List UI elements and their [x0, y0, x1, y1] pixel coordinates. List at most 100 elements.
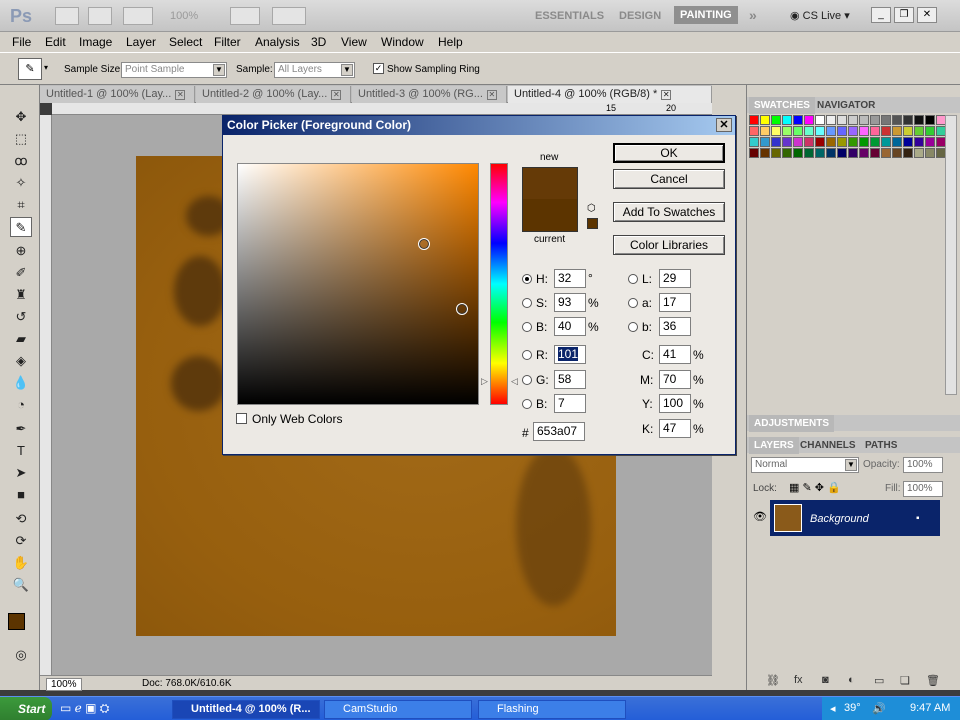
clone-stamp-tool-icon[interactable]: ♜ — [10, 285, 32, 305]
menu-select[interactable]: Select — [169, 35, 202, 49]
m-input[interactable]: 70 — [659, 370, 691, 389]
dialog-title-bar[interactable]: Color Picker (Foreground Color) ✕ — [223, 116, 735, 135]
color-swatch[interactable] — [804, 115, 814, 125]
current-color-swatch[interactable] — [522, 199, 578, 232]
color-swatch[interactable] — [925, 115, 935, 125]
color-swatch[interactable] — [837, 126, 847, 136]
color-swatch[interactable] — [837, 115, 847, 125]
color-swatch[interactable] — [760, 126, 770, 136]
color-swatch[interactable] — [925, 148, 935, 158]
minimize-icon[interactable]: _ — [871, 7, 891, 23]
color-swatch[interactable] — [914, 137, 924, 147]
color-sampler-ring[interactable] — [418, 238, 430, 250]
color-swatch[interactable] — [826, 148, 836, 158]
doc-tab-4[interactable]: Untitled-4 @ 100% (RGB/8) * ✕ — [508, 86, 712, 103]
blue-input[interactable]: 7 — [554, 394, 586, 413]
workspace-essentials[interactable]: ESSENTIALS — [535, 10, 604, 22]
color-swatch[interactable] — [771, 137, 781, 147]
3d-orbit-tool-icon[interactable]: ⟳ — [10, 531, 32, 551]
doc-tab-2[interactable]: Untitled-2 @ 100% (Lay... ✕ — [196, 86, 351, 103]
color-field[interactable] — [237, 163, 479, 405]
color-swatch[interactable] — [881, 137, 891, 147]
visibility-eye-icon[interactable]: 👁 — [753, 510, 767, 523]
menu-window[interactable]: Window — [381, 35, 424, 49]
color-swatch[interactable] — [826, 115, 836, 125]
color-swatch[interactable] — [749, 148, 759, 158]
hue-slider[interactable] — [490, 163, 508, 405]
eyedropper-tool-icon[interactable]: ✎ — [10, 217, 32, 237]
doc-tab-1[interactable]: Untitled-1 @ 100% (Lay... ✕ — [40, 86, 195, 103]
weather-temp[interactable]: 39° — [844, 702, 861, 714]
tray-icons[interactable]: ◂ — [830, 702, 836, 715]
color-swatch[interactable] — [771, 126, 781, 136]
color-swatch[interactable] — [815, 115, 825, 125]
color-swatch[interactable] — [859, 137, 869, 147]
g-input[interactable]: 58 — [554, 370, 586, 389]
color-swatch[interactable] — [925, 126, 935, 136]
color-swatch[interactable] — [848, 115, 858, 125]
layer-style-icon[interactable]: fx — [794, 674, 803, 686]
gamut-color-swatch[interactable] — [587, 218, 598, 229]
tab-layers[interactable]: LAYERS — [749, 437, 799, 454]
color-swatch[interactable] — [870, 126, 880, 136]
color-swatch[interactable] — [848, 126, 858, 136]
y-input[interactable]: 100 — [659, 394, 691, 413]
color-swatch[interactable] — [804, 148, 814, 158]
color-swatch[interactable] — [793, 126, 803, 136]
foreground-color-swatch[interactable] — [8, 613, 25, 630]
color-swatch[interactable] — [859, 115, 869, 125]
3d-rotate-tool-icon[interactable]: ⟲ — [10, 509, 32, 529]
color-swatch[interactable] — [782, 115, 792, 125]
g-radio[interactable] — [522, 375, 532, 385]
brush-tool-icon[interactable]: ✐ — [10, 263, 32, 283]
quick-select-tool-icon[interactable]: ✧ — [10, 173, 32, 193]
eyedropper-preset-icon[interactable]: ✎ — [18, 58, 42, 80]
color-swatch[interactable] — [859, 126, 869, 136]
color-swatch[interactable] — [848, 148, 858, 158]
quick-mask-icon[interactable]: ◎ — [10, 645, 32, 665]
color-swatch[interactable] — [859, 148, 869, 158]
color-swatch[interactable] — [749, 126, 759, 136]
more-workspaces-icon[interactable]: » — [749, 7, 757, 23]
color-swatch[interactable] — [771, 148, 781, 158]
zoom-tool-icon[interactable]: 🔍 — [10, 575, 32, 595]
menu-filter[interactable]: Filter — [214, 35, 241, 49]
color-swatch[interactable] — [903, 115, 913, 125]
cancel-button[interactable]: Cancel — [613, 169, 725, 189]
color-swatch[interactable] — [793, 115, 803, 125]
color-swatch[interactable] — [903, 148, 913, 158]
eraser-tool-icon[interactable]: ▰ — [10, 329, 32, 349]
color-swatch[interactable] — [760, 137, 770, 147]
c-input[interactable]: 41 — [659, 345, 691, 364]
dialog-close-icon[interactable]: ✕ — [716, 118, 732, 132]
path-selection-tool-icon[interactable]: ➤ — [10, 463, 32, 483]
color-swatch[interactable] — [870, 137, 880, 147]
close-tab-icon[interactable]: ✕ — [175, 90, 186, 100]
color-swatch[interactable] — [793, 148, 803, 158]
tab-channels[interactable]: CHANNELS — [795, 437, 861, 454]
color-swatch[interactable] — [826, 137, 836, 147]
type-tool-icon[interactable]: T — [10, 441, 32, 461]
color-swatch[interactable] — [837, 148, 847, 158]
screen-mode-button[interactable] — [272, 7, 306, 25]
quick-launch-icons[interactable]: ▭ ℯ ▣ ⛭ — [60, 701, 109, 716]
trash-icon[interactable]: 🗑 — [926, 674, 940, 687]
only-web-colors-checkbox[interactable] — [236, 413, 247, 424]
new-layer-icon[interactable]: ❏ — [900, 674, 910, 687]
blur-tool-icon[interactable]: 💧 — [10, 373, 32, 393]
color-swatch[interactable] — [771, 115, 781, 125]
minibridge-button[interactable] — [88, 7, 112, 25]
color-swatch[interactable] — [903, 137, 913, 147]
close-tab-icon[interactable]: ✕ — [486, 90, 497, 100]
paint-bucket-tool-icon[interactable]: ◈ — [10, 351, 32, 371]
menu-image[interactable]: Image — [79, 35, 112, 49]
opacity-input[interactable]: 100% — [903, 457, 943, 473]
hand-tool-icon[interactable]: ✋ — [10, 553, 32, 573]
status-doc-size[interactable]: Doc: 768.0K/610.6K — [142, 678, 232, 689]
workspace-painting[interactable]: PAINTING — [674, 6, 738, 24]
a-radio[interactable] — [628, 298, 638, 308]
task-photoshop[interactable]: Untitled-4 @ 100% (R... — [172, 700, 320, 719]
a-input[interactable]: 17 — [659, 293, 691, 312]
lock-icon[interactable]: ▦ ✎ ✥ 🔒 — [789, 481, 841, 494]
color-swatch[interactable] — [870, 115, 880, 125]
